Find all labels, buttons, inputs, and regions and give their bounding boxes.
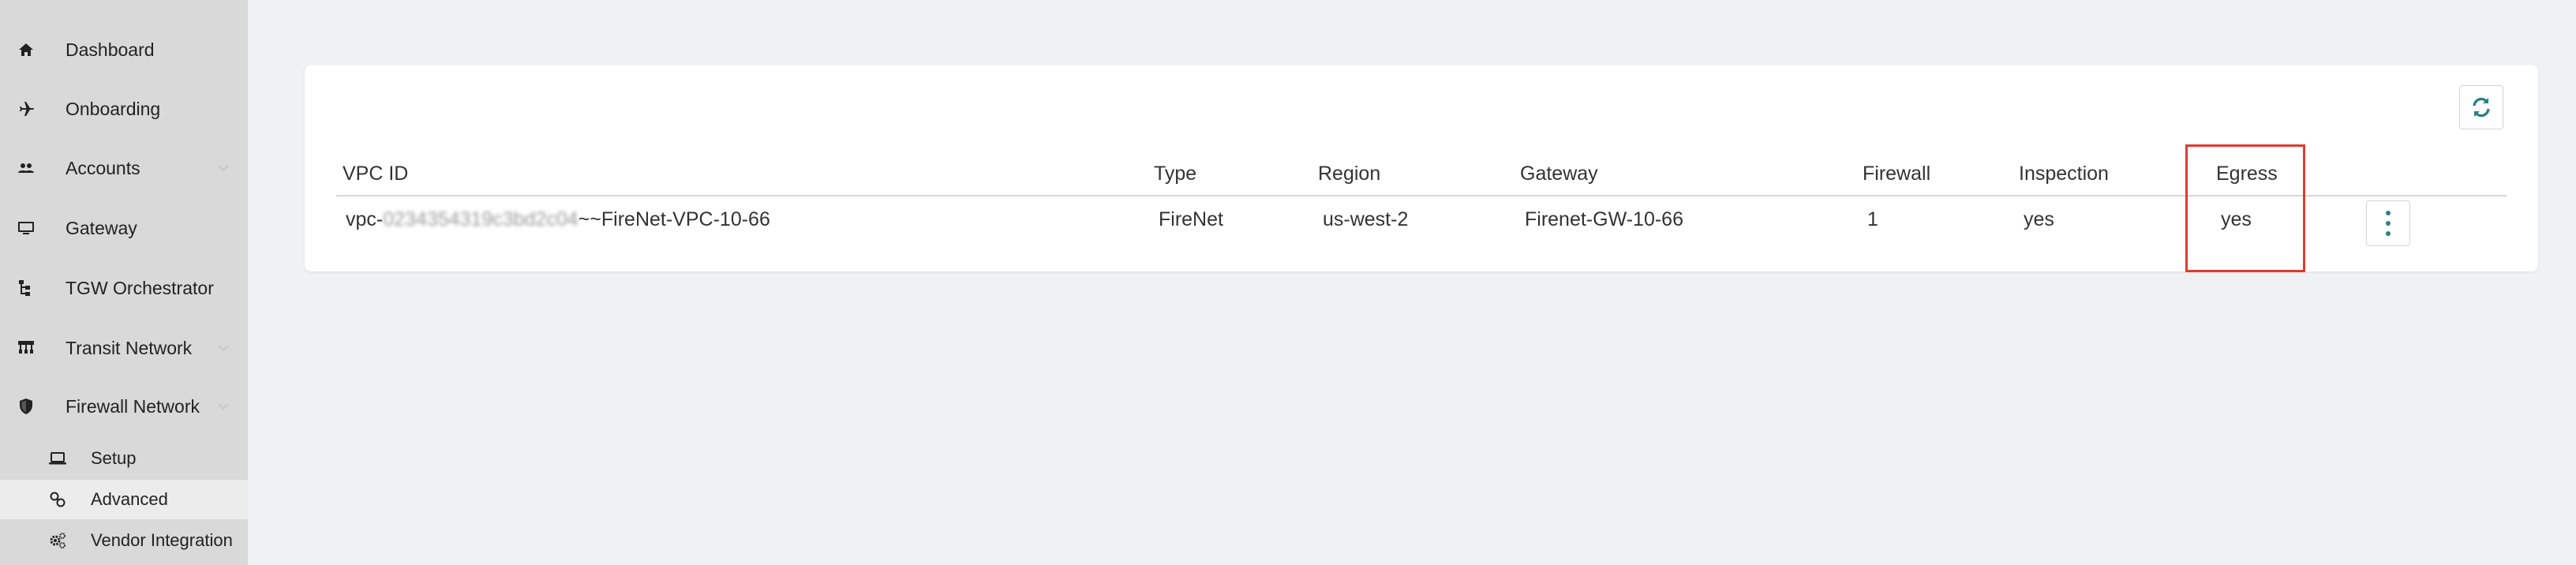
chevron-down-icon	[218, 165, 229, 172]
kebab-menu-icon	[2386, 211, 2391, 236]
sidebar-subitem-label: Setup	[91, 448, 137, 468]
sidebar-item-label: Dashboard	[66, 39, 155, 60]
sidebar-subitem-setup[interactable]: Setup	[0, 439, 248, 478]
sidebar-item-dashboard[interactable]: Dashboard	[0, 26, 248, 73]
users-icon	[14, 156, 38, 180]
sidebar-item-label: Accounts	[66, 157, 140, 178]
sidebar-subitem-label: Advanced	[91, 489, 168, 509]
sidebar-item-tgw-orchestrator[interactable]: TGW Orchestrator	[0, 264, 248, 312]
sidebar-item-label: Onboarding	[66, 98, 161, 119]
link-icon	[46, 488, 69, 511]
column-header-inspection[interactable]: Inspection	[2019, 163, 2109, 185]
column-header-type[interactable]: Type	[1154, 163, 1196, 185]
home-icon	[14, 38, 38, 62]
sidebar-item-label: Gateway	[66, 217, 137, 238]
type-cell: FireNet	[1159, 208, 1223, 230]
gateway-cell: Firenet-GW-10-66	[1525, 208, 1683, 230]
column-header-firewall[interactable]: Firewall	[1863, 163, 1930, 185]
refresh-icon	[2473, 97, 2490, 118]
column-header-egress[interactable]: Egress	[2216, 163, 2278, 185]
sidebar-subitem-vendor-integration[interactable]: Vendor Integration	[0, 521, 248, 560]
region-cell: us-west-2	[1323, 208, 1409, 230]
shield-icon	[14, 395, 38, 418]
sidebar-item-accounts[interactable]: Accounts	[0, 144, 248, 192]
row-actions-button[interactable]	[2366, 200, 2410, 246]
hub-icon	[14, 336, 38, 360]
sidebar-item-label: Firewall Network	[66, 395, 200, 417]
sidebar-item-label: TGW Orchestrator	[66, 277, 214, 298]
sidebar-item-onboarding[interactable]: Onboarding	[0, 85, 248, 133]
vpc-id-cell: vpc-0234354319c3bd2c04~~FireNet-VPC-10-6…	[346, 208, 770, 231]
gears-icon	[46, 529, 69, 552]
network-tree-icon	[14, 276, 38, 300]
sidebar-item-firewall-network[interactable]: Firewall Network	[0, 383, 248, 430]
chevron-down-icon	[218, 403, 229, 410]
column-header-region[interactable]: Region	[1318, 163, 1380, 185]
sidebar-item-transit-network[interactable]: Transit Network	[0, 324, 248, 372]
refresh-button[interactable]	[2459, 85, 2503, 129]
monitor-icon	[14, 216, 38, 240]
column-header-gateway[interactable]: Gateway	[1520, 163, 1598, 185]
chevron-down-icon	[218, 345, 229, 352]
table-header-divider	[336, 195, 2507, 196]
vpc-id-suffix: ~~FireNet-VPC-10-66	[578, 208, 770, 230]
sidebar: Dashboard Onboarding Accounts Gateway TG…	[0, 0, 248, 565]
firewall-cell: 1	[1867, 208, 1878, 230]
egress-cell: yes	[2221, 208, 2252, 230]
sidebar-subitem-label: Vendor Integration	[91, 530, 233, 550]
sidebar-subitem-advanced[interactable]: Advanced	[0, 480, 248, 519]
vpc-table-panel: VPC ID Type Region Gateway Firewall Insp…	[305, 65, 2538, 271]
sidebar-item-gateway[interactable]: Gateway	[0, 204, 248, 252]
laptop-icon	[46, 447, 69, 470]
sidebar-item-label: Transit Network	[66, 337, 193, 358]
column-header-vpc-id[interactable]: VPC ID	[343, 163, 408, 185]
vpc-id-redacted: 0234354319c3bd2c04	[383, 208, 578, 230]
vpc-id-prefix: vpc-	[346, 208, 384, 230]
inspection-cell: yes	[2024, 208, 2054, 230]
airplane-icon	[14, 97, 38, 121]
